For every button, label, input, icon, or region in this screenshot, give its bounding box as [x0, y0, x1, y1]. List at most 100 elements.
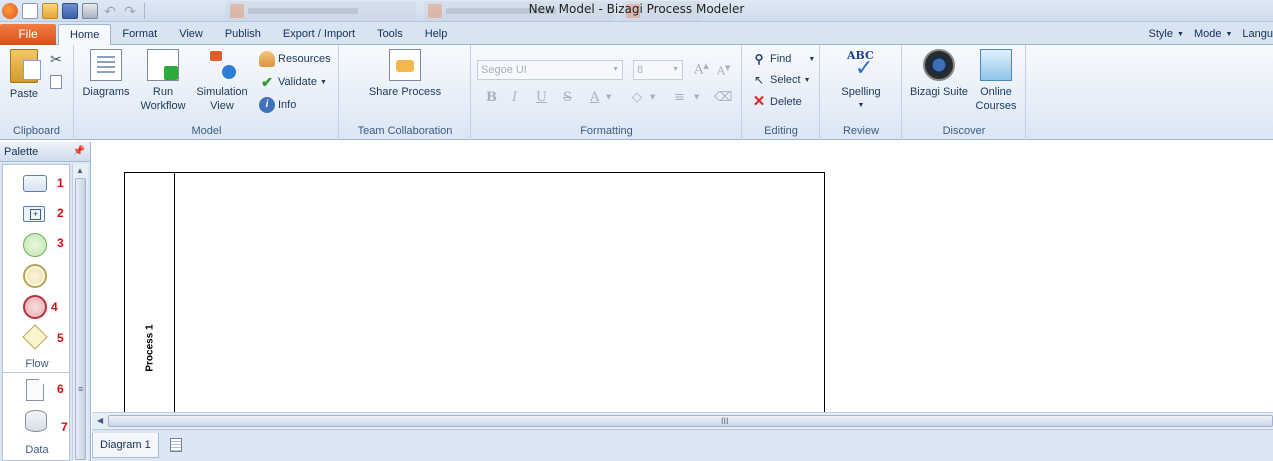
palette-number: 6	[57, 382, 64, 396]
mode-menu-label: Mode	[1193, 28, 1222, 40]
paste-button[interactable]: Paste	[6, 49, 42, 101]
scroll-up-icon[interactable]: ▲	[76, 166, 84, 175]
tab-tools[interactable]: Tools	[366, 24, 414, 45]
run-label: Run	[152, 86, 174, 98]
palette-title: Palette	[4, 146, 39, 158]
copy-icon[interactable]	[50, 75, 62, 89]
font-family-select[interactable]: Segoe UI ▼	[477, 60, 623, 80]
editing-group-label: Editing	[764, 125, 798, 137]
palette-number: 3	[57, 236, 64, 250]
chevron-down-icon: ▼	[612, 66, 619, 73]
style-menu[interactable]: Style ▼	[1149, 24, 1184, 45]
chevron-down-icon[interactable]: ▼	[650, 93, 655, 101]
grip-icon: ≡	[78, 384, 84, 394]
add-diagram-icon[interactable]	[170, 438, 182, 452]
diagrams-button[interactable]: Diagrams	[81, 49, 131, 99]
task-shape-icon[interactable]	[23, 175, 47, 192]
select-button[interactable]: ↖ Select ▼	[751, 72, 811, 88]
editing-group: ⚲ Find ▼ ↖ Select ▼ ✕ Delete Editing	[743, 45, 820, 140]
align-icon[interactable]: ≡	[674, 90, 685, 105]
spelling-label: Spelling	[841, 86, 881, 98]
discover-group: Bizagi Suite Online Courses Discover	[903, 45, 1026, 140]
start-event-shape-icon[interactable]	[23, 233, 47, 257]
intermediate-event-shape-icon[interactable]	[23, 264, 47, 288]
language-menu[interactable]: Langu	[1242, 24, 1273, 45]
info-button[interactable]: i Info	[259, 97, 296, 113]
font-size-value: 8	[637, 64, 644, 76]
ribbon: Paste ✂ Clipboard Diagrams Run Workflow …	[0, 45, 1273, 140]
shrink-font-icon[interactable]: A▼	[717, 64, 730, 78]
clipboard-group-label: Clipboard	[12, 125, 61, 137]
palette-number: 4	[51, 300, 58, 314]
diagram-canvas[interactable]: Process 1	[92, 142, 1273, 412]
simulation-label: Simulation	[196, 86, 248, 98]
pool[interactable]: Process 1	[124, 172, 825, 412]
delete-button[interactable]: ✕ Delete	[751, 94, 802, 110]
palette-scrollbar[interactable]: ▲ ≡	[72, 164, 88, 461]
font-color-icon[interactable]: A	[590, 90, 599, 105]
bold-icon[interactable]: B	[486, 90, 497, 105]
simulation-view-button[interactable]: Simulation View	[193, 49, 251, 113]
file-tab[interactable]: File	[0, 24, 56, 45]
grip-icon: III	[721, 416, 729, 426]
paste-label: Paste	[9, 88, 39, 100]
tab-home[interactable]: Home	[58, 24, 112, 45]
tab-view[interactable]: View	[168, 24, 214, 45]
bizagi-suite-button[interactable]: Bizagi Suite	[907, 49, 971, 99]
palette-scroll-thumb[interactable]: ≡	[75, 178, 86, 460]
simulation-icon	[206, 49, 238, 81]
data-store-shape-icon[interactable]	[25, 410, 47, 432]
underline-icon[interactable]: U	[536, 90, 547, 105]
chevron-down-icon[interactable]: ▼	[606, 93, 611, 101]
run-workflow-button[interactable]: Run Workflow	[135, 49, 191, 113]
tab-diagram-1[interactable]: Diagram 1	[92, 433, 159, 458]
canvas-horizontal-scrollbar[interactable]: ◀ III	[92, 412, 1273, 429]
fill-color-icon[interactable]: ◇	[632, 90, 642, 105]
chevron-down-icon: ▼	[1177, 31, 1184, 38]
discover-group-label: Discover	[942, 125, 986, 137]
tab-help[interactable]: Help	[414, 24, 459, 45]
subprocess-shape-icon[interactable]	[23, 206, 45, 222]
scroll-left-icon[interactable]: ◀	[97, 416, 103, 425]
online-courses-button[interactable]: Online Courses	[973, 49, 1019, 113]
mode-menu[interactable]: Mode ▼	[1194, 24, 1232, 45]
share-process-label: Share Process	[368, 86, 442, 98]
gateway-shape-icon[interactable]	[22, 324, 48, 350]
courses-label: Courses	[975, 100, 1017, 112]
run-workflow-icon	[147, 49, 179, 81]
checkmark-icon: ✔	[261, 74, 273, 90]
ribbon-tab-bar: File Home Format View Publish Export / I…	[0, 22, 1273, 45]
font-size-select[interactable]: 8 ▼	[633, 60, 683, 80]
chevron-down-icon[interactable]: ▼	[694, 93, 699, 101]
binoculars-icon: ⚲	[754, 52, 764, 66]
tab-publish[interactable]: Publish	[214, 24, 272, 45]
diagrams-label: Diagrams	[82, 86, 130, 98]
cut-icon[interactable]: ✂	[48, 51, 64, 67]
share-process-button[interactable]: Share Process	[360, 49, 450, 99]
right-menus: Style ▼ Mode ▼ Langu	[1149, 24, 1273, 45]
pool-header[interactable]: Process 1	[125, 173, 175, 412]
formatting-group-label: Formatting	[580, 125, 633, 137]
chevron-down-icon: ▼	[808, 55, 816, 63]
paste-icon	[10, 49, 41, 83]
bizagi-suite-label: Bizagi Suite	[909, 86, 969, 98]
diagram-tab-bar: Diagram 1	[92, 429, 1273, 461]
end-event-shape-icon[interactable]	[23, 295, 47, 319]
tab-export-import[interactable]: Export / Import	[272, 24, 366, 45]
view-label: View	[210, 100, 234, 112]
spelling-button[interactable]: Spelling ▼	[835, 49, 887, 113]
review-group-label: Review	[842, 125, 880, 137]
select-label: Select	[770, 74, 801, 86]
find-button[interactable]: ⚲ Find ▼	[751, 51, 816, 67]
horizontal-scroll-thumb[interactable]: III	[108, 415, 1273, 427]
strikethrough-icon[interactable]: S	[563, 90, 572, 105]
pin-icon[interactable]: 📌	[73, 142, 85, 162]
palette-divider	[3, 372, 69, 373]
eraser-icon[interactable]: ⌫	[714, 90, 732, 105]
resources-button[interactable]: Resources	[259, 51, 331, 67]
data-object-shape-icon[interactable]	[26, 379, 44, 401]
validate-button[interactable]: ✔ Validate ▼	[259, 74, 327, 90]
grow-font-icon[interactable]: A▲	[694, 62, 709, 77]
italic-icon[interactable]: I	[512, 90, 517, 105]
tab-format[interactable]: Format	[111, 24, 168, 45]
